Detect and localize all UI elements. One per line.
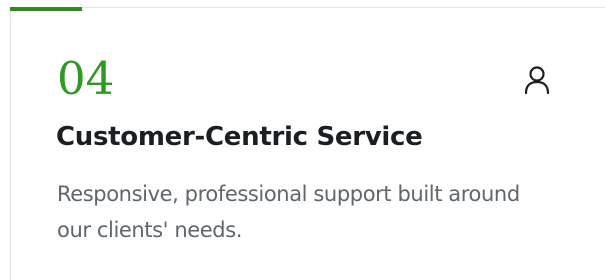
card-description: Responsive, professional support built a… bbox=[57, 182, 520, 242]
card-title: Customer-Centric Service bbox=[56, 122, 423, 152]
card-number: 04 bbox=[57, 52, 115, 105]
user-icon bbox=[521, 64, 553, 96]
feature-card: 04 Customer-Centric Service Responsive, … bbox=[10, 7, 605, 280]
card-accent-bar bbox=[10, 7, 82, 11]
